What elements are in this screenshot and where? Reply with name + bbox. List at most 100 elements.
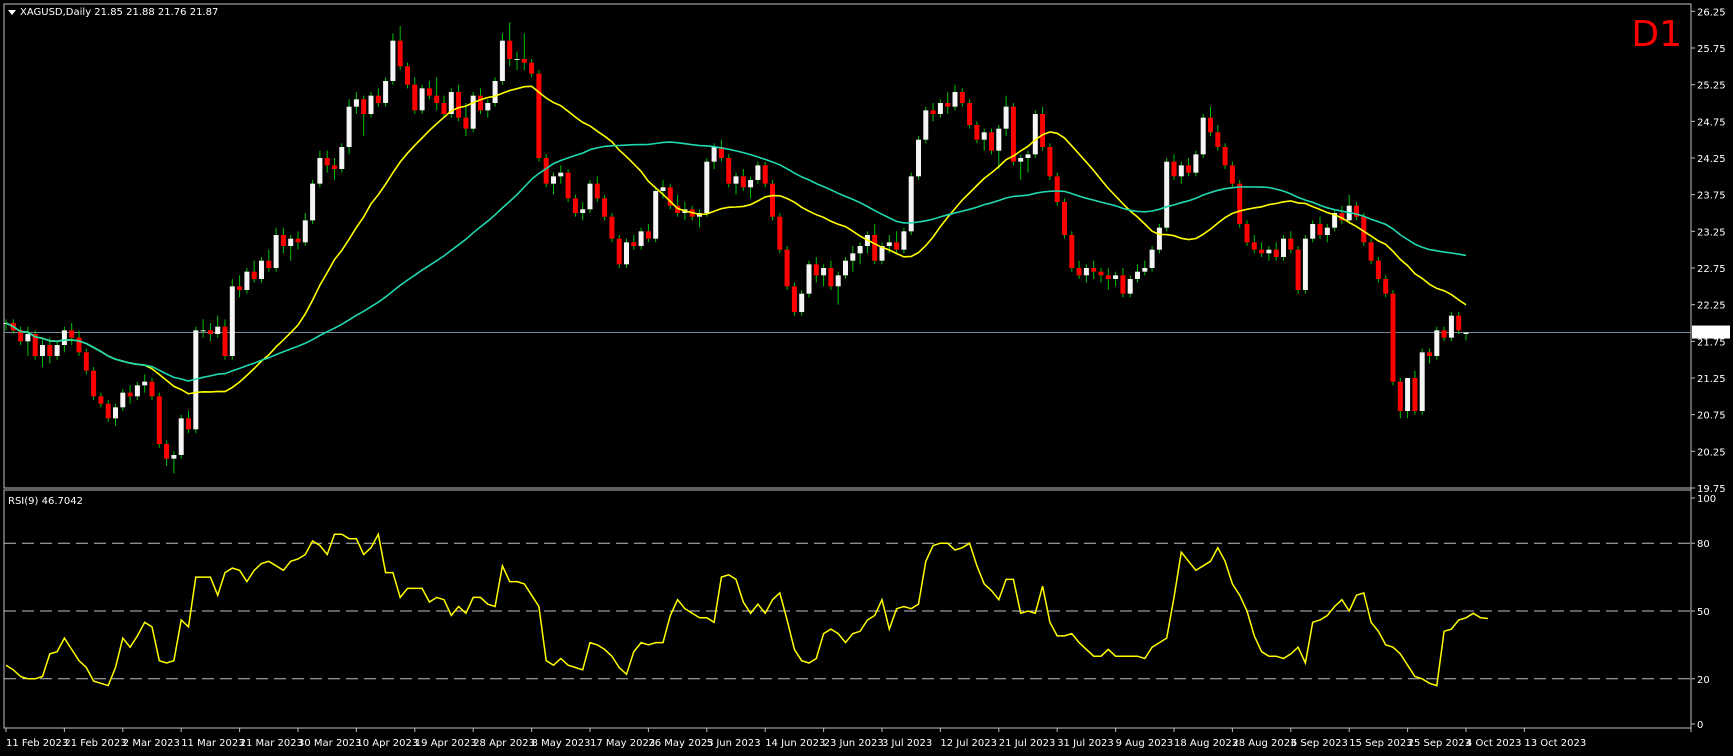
candle[interactable] <box>1062 198 1067 239</box>
candle[interactable] <box>1375 257 1381 283</box>
candle[interactable] <box>1368 238 1374 265</box>
candle[interactable] <box>602 194 608 221</box>
candle[interactable] <box>244 268 250 294</box>
candle[interactable] <box>83 348 89 375</box>
candle[interactable] <box>310 180 316 224</box>
candle[interactable] <box>1434 326 1440 360</box>
candle[interactable] <box>259 257 264 283</box>
candle-body <box>105 403 111 419</box>
candle[interactable] <box>609 213 615 243</box>
candle-body <box>857 246 863 254</box>
candle[interactable] <box>1164 158 1170 232</box>
candle[interactable] <box>156 392 162 448</box>
candle[interactable] <box>624 238 629 268</box>
candle[interactable] <box>565 169 571 202</box>
candle[interactable] <box>1390 290 1396 386</box>
candle-body <box>54 345 60 356</box>
candle-body <box>901 231 907 250</box>
candle[interactable] <box>499 33 505 85</box>
candle-body <box>1208 117 1213 133</box>
candle[interactable] <box>32 330 38 360</box>
candle-body <box>1069 235 1075 268</box>
candle-body <box>1419 352 1425 411</box>
price-tick-label: 20.25 <box>1697 447 1726 458</box>
candle-body <box>616 238 622 265</box>
candle[interactable] <box>1244 220 1250 246</box>
candle[interactable] <box>368 92 374 118</box>
candle[interactable] <box>799 290 805 316</box>
candle-body <box>1368 242 1374 261</box>
candle[interactable] <box>1302 235 1308 294</box>
time-tick-label: 2 Mar 2023 <box>123 738 180 749</box>
candle[interactable] <box>916 136 921 180</box>
candle-body <box>565 172 571 199</box>
candle[interactable] <box>770 180 775 221</box>
time-tick-label: 21 Jul 2023 <box>999 738 1056 749</box>
candle[interactable] <box>1156 224 1162 254</box>
time-tick-label: 13 Oct 2023 <box>1524 738 1586 749</box>
candle-body <box>1018 158 1024 162</box>
candle[interactable] <box>726 154 732 188</box>
candle-body <box>1076 268 1082 276</box>
candle[interactable] <box>390 33 396 85</box>
candle[interactable] <box>806 260 812 298</box>
candle[interactable] <box>346 99 352 155</box>
rsi-tick-label: 50 <box>1697 607 1710 618</box>
candle-body <box>937 103 943 114</box>
candle[interactable] <box>1200 114 1206 158</box>
candle[interactable] <box>536 70 542 162</box>
price-tick-label: 26.25 <box>1697 7 1726 18</box>
candle-body <box>762 165 768 184</box>
candle[interactable] <box>1222 143 1228 169</box>
candle[interactable] <box>1054 172 1060 206</box>
candle[interactable] <box>762 161 768 188</box>
candle[interactable] <box>492 77 498 107</box>
candle[interactable] <box>405 62 410 89</box>
candle[interactable] <box>1281 235 1286 261</box>
candle[interactable] <box>1047 143 1053 180</box>
candle[interactable] <box>91 367 97 400</box>
candle-body <box>295 238 301 243</box>
candle[interactable] <box>1448 312 1454 342</box>
candle[interactable] <box>419 84 425 114</box>
rsi-indicator-label: RSI(9) 46.7042 <box>8 496 83 507</box>
candle[interactable] <box>989 128 994 155</box>
candle[interactable] <box>178 414 184 459</box>
candle-body <box>434 95 440 103</box>
candle[interactable] <box>923 106 929 144</box>
candle[interactable] <box>784 246 790 290</box>
candle-body <box>339 147 345 169</box>
candle-body <box>1025 154 1031 158</box>
candle-body <box>1375 260 1381 279</box>
candle-body <box>587 183 593 210</box>
candle[interactable] <box>383 77 389 107</box>
candle[interactable] <box>1032 110 1038 158</box>
candle-body <box>120 392 126 408</box>
candle[interactable] <box>1295 246 1301 294</box>
candle-body <box>1427 352 1432 356</box>
candle[interactable] <box>908 172 914 235</box>
candle[interactable] <box>1419 348 1425 415</box>
candle[interactable] <box>791 282 797 316</box>
candle[interactable] <box>667 183 673 210</box>
candle-body <box>580 209 586 213</box>
candle[interactable] <box>777 213 783 254</box>
candle[interactable] <box>616 235 622 268</box>
candle[interactable] <box>1069 231 1075 272</box>
candle[interactable] <box>1229 161 1235 188</box>
candle[interactable] <box>901 227 907 254</box>
candle[interactable] <box>470 92 476 133</box>
candle-body <box>733 176 739 184</box>
candle[interactable] <box>704 158 710 217</box>
candle[interactable] <box>1193 150 1199 177</box>
candle[interactable] <box>967 99 973 129</box>
candle-body <box>142 381 148 386</box>
candle[interactable] <box>339 143 345 173</box>
price-tick-label: 22.75 <box>1697 264 1726 275</box>
candle[interactable] <box>1149 246 1155 272</box>
candle[interactable] <box>543 154 549 188</box>
candle[interactable] <box>229 279 235 360</box>
candle[interactable] <box>587 180 593 213</box>
candle[interactable] <box>653 187 659 243</box>
time-tick-label: 5 Jun 2023 <box>707 738 761 749</box>
